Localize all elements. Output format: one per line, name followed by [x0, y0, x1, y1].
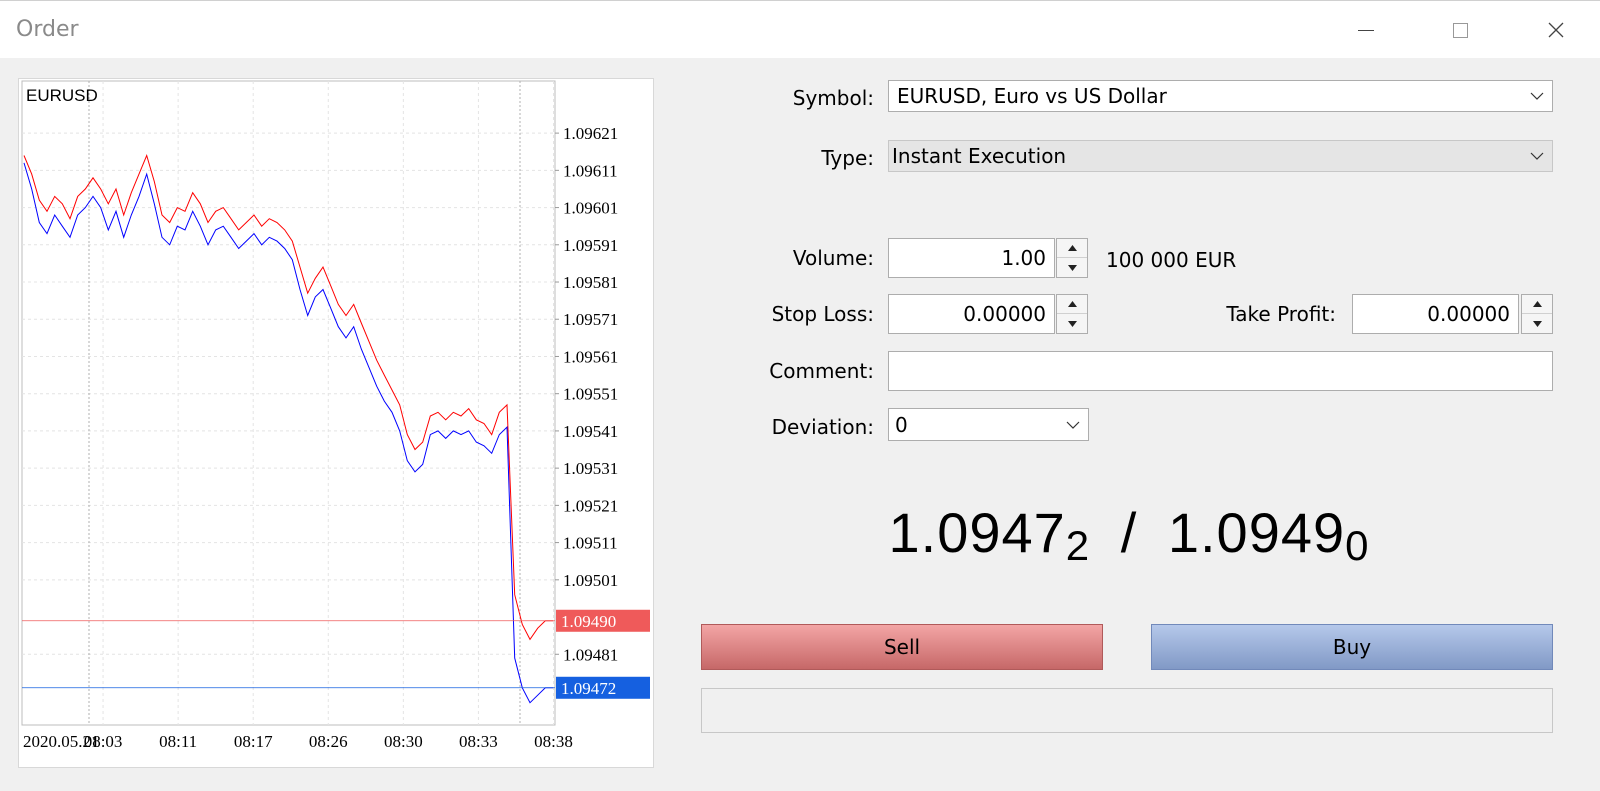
arrow-up-icon	[1532, 301, 1542, 307]
status-panel	[701, 688, 1553, 733]
x-tick-label: 08:33	[459, 732, 498, 751]
volume-up-button[interactable]	[1057, 239, 1087, 258]
maximize-button[interactable]	[1440, 13, 1480, 47]
y-tick-label: 1.09501	[563, 571, 618, 590]
title-bar: Order	[0, 0, 1600, 58]
y-tick-label: 1.09601	[563, 199, 618, 218]
close-icon	[1548, 22, 1564, 38]
ask-price-main: 1.0949	[1167, 501, 1346, 564]
y-tick-label: 1.09531	[563, 459, 618, 478]
y-tick-label: 1.09561	[563, 347, 618, 366]
volume-down-button[interactable]	[1057, 258, 1087, 277]
bid-price-main: 1.0947	[888, 501, 1066, 564]
volume-stepper[interactable]	[1056, 238, 1088, 278]
x-tick-label: 08:30	[384, 732, 423, 751]
stop-loss-label: Stop Loss:	[771, 302, 874, 326]
stop-loss-value: 0.00000	[963, 302, 1046, 326]
take-profit-up-button[interactable]	[1522, 295, 1552, 314]
symbol-value: EURUSD, Euro vs US Dollar	[897, 84, 1167, 108]
comment-label: Comment:	[769, 359, 874, 383]
x-tick-label: 08:38	[534, 732, 573, 751]
y-tick-label: 1.09611	[563, 161, 618, 180]
buy-button[interactable]: Buy	[1151, 624, 1553, 670]
volume-unit: 100 000 EUR	[1106, 248, 1237, 272]
tick-chart: 1.09621 1.09611 1.09601 1.09591 1.09581 1.095…	[18, 78, 654, 768]
arrow-down-icon	[1067, 264, 1077, 271]
volume-input[interactable]: 1.00	[888, 238, 1055, 278]
arrow-up-icon	[1067, 245, 1077, 251]
type-value: Instant Execution	[892, 144, 1067, 168]
stop-loss-input[interactable]: 0.00000	[888, 294, 1055, 334]
close-button[interactable]	[1536, 13, 1576, 47]
ask-price-marker-label: 1.09490	[561, 612, 616, 631]
take-profit-label: Take Profit:	[1226, 302, 1336, 326]
window-title: Order	[16, 17, 79, 42]
y-tick-label: 1.09571	[563, 310, 618, 329]
stop-loss-up-button[interactable]	[1057, 295, 1087, 314]
x-tick-label: 08:11	[159, 732, 197, 751]
y-tick-label: 1.09551	[563, 385, 618, 404]
arrow-down-icon	[1532, 320, 1542, 327]
arrow-down-icon	[1067, 320, 1077, 327]
y-tick-label: 1.09591	[563, 236, 618, 255]
ask-price-last-digit: 0	[1345, 522, 1370, 569]
quote-separator: /	[1120, 501, 1138, 564]
y-tick-label: 1.09521	[563, 496, 618, 515]
symbol-select[interactable]: EURUSD, Euro vs US Dollar	[888, 80, 1553, 112]
take-profit-down-button[interactable]	[1522, 314, 1552, 333]
bid-price-marker-label: 1.09472	[561, 679, 616, 698]
symbol-label: Symbol:	[792, 86, 874, 110]
stop-loss-stepper[interactable]	[1056, 294, 1088, 334]
x-tick-label: 08:26	[309, 732, 348, 751]
take-profit-input[interactable]: 0.00000	[1352, 294, 1519, 334]
chart-plot-area	[21, 80, 556, 726]
x-tick-label: 08:17	[234, 732, 273, 751]
chevron-down-icon	[1522, 141, 1552, 171]
chevron-down-icon	[1058, 409, 1088, 440]
minimize-icon	[1358, 29, 1374, 31]
take-profit-value: 0.00000	[1427, 302, 1510, 326]
arrow-up-icon	[1067, 301, 1077, 307]
deviation-label: Deviation:	[771, 415, 874, 439]
bid-price-last-digit: 2	[1065, 522, 1091, 569]
take-profit-stepper[interactable]	[1521, 294, 1553, 334]
y-tick-label: 1.09541	[563, 422, 618, 441]
maximize-icon	[1452, 22, 1468, 38]
chart-symbol-label: EURUSD	[26, 86, 98, 105]
y-tick-label: 1.09581	[563, 273, 618, 292]
tick-chart-svg: 1.09621 1.09611 1.09601 1.09591 1.09581 1.095…	[21, 80, 650, 751]
quote-display: 1.09472 / 1.09490	[700, 500, 1558, 569]
volume-value: 1.00	[1001, 246, 1046, 270]
ask-price: 1.09490	[1167, 501, 1370, 569]
stop-loss-down-button[interactable]	[1057, 314, 1087, 333]
chevron-down-icon	[1522, 81, 1552, 111]
bid-price: 1.09472	[888, 501, 1091, 569]
minimize-button[interactable]	[1346, 13, 1386, 47]
deviation-value: 0	[895, 412, 908, 437]
sell-button[interactable]: Sell	[701, 624, 1103, 670]
y-tick-label: 1.09621	[563, 124, 618, 143]
comment-input[interactable]	[888, 351, 1553, 391]
y-tick-label: 1.09481	[563, 645, 618, 664]
x-tick-label: 08:03	[84, 732, 123, 751]
type-label: Type:	[821, 146, 874, 170]
deviation-select[interactable]: 0	[888, 408, 1089, 441]
y-tick-label: 1.09511	[563, 534, 618, 553]
type-select[interactable]: Instant Execution	[888, 140, 1553, 172]
volume-label: Volume:	[792, 246, 874, 270]
